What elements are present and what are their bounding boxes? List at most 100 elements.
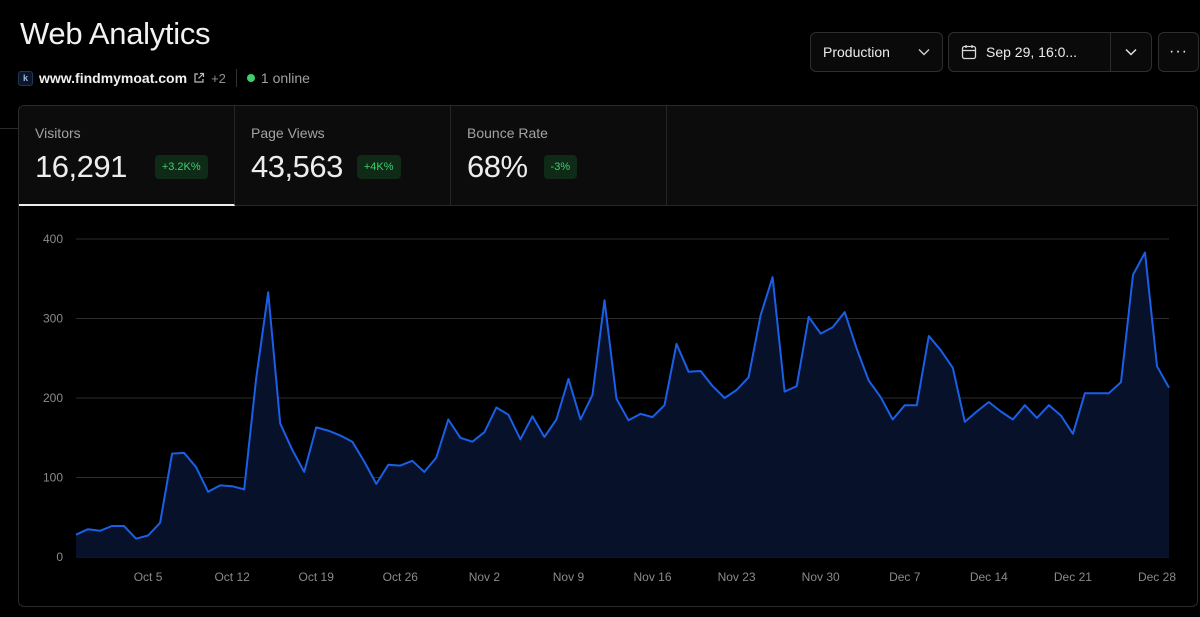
data-point[interactable]	[651, 415, 655, 419]
data-point[interactable]	[843, 310, 847, 314]
data-point[interactable]	[230, 484, 234, 488]
data-point[interactable]	[915, 403, 919, 407]
date-range-dropdown-button[interactable]	[1110, 33, 1151, 71]
data-point[interactable]	[939, 348, 943, 352]
data-point[interactable]	[1143, 251, 1147, 255]
data-point[interactable]	[999, 410, 1003, 414]
data-point[interactable]	[326, 429, 330, 433]
data-point[interactable]	[254, 376, 258, 380]
data-point[interactable]	[1071, 432, 1075, 436]
data-point[interactable]	[554, 418, 558, 422]
data-point[interactable]	[951, 366, 955, 370]
data-point[interactable]	[627, 418, 631, 422]
data-point[interactable]	[687, 370, 691, 374]
data-point[interactable]	[422, 470, 426, 474]
data-point[interactable]	[735, 388, 739, 392]
site-domain-link[interactable]: www.findmymoat.com	[39, 70, 187, 86]
data-point[interactable]	[1119, 380, 1123, 384]
data-point[interactable]	[470, 440, 474, 444]
data-point[interactable]	[603, 298, 607, 302]
data-point[interactable]	[518, 437, 522, 441]
data-point[interactable]	[242, 487, 246, 491]
data-point[interactable]	[903, 403, 907, 407]
data-point[interactable]	[819, 332, 823, 336]
data-point[interactable]	[711, 384, 715, 388]
data-point[interactable]	[1131, 273, 1135, 277]
data-point[interactable]	[494, 406, 498, 410]
data-point[interactable]	[1083, 391, 1087, 395]
data-point[interactable]	[182, 451, 186, 455]
data-point[interactable]	[783, 390, 787, 394]
data-point[interactable]	[98, 529, 102, 533]
data-point[interactable]	[290, 448, 294, 452]
external-link-icon[interactable]	[193, 72, 205, 84]
data-point[interactable]	[759, 313, 763, 317]
data-point[interactable]	[446, 418, 450, 422]
data-point[interactable]	[1155, 364, 1159, 368]
data-point[interactable]	[795, 384, 799, 388]
date-range-picker[interactable]: Sep 29, 16:0...	[948, 32, 1152, 72]
data-point[interactable]	[218, 483, 222, 487]
data-point[interactable]	[1011, 418, 1015, 422]
data-point[interactable]	[386, 463, 390, 467]
data-point[interactable]	[206, 490, 210, 494]
data-point[interactable]	[831, 325, 835, 329]
data-point[interactable]	[927, 334, 931, 338]
data-point[interactable]	[639, 412, 643, 416]
data-point[interactable]	[542, 435, 546, 439]
data-point[interactable]	[591, 393, 595, 397]
data-point[interactable]	[530, 414, 534, 418]
data-point[interactable]	[86, 527, 90, 531]
data-point[interactable]	[567, 377, 571, 381]
data-point[interactable]	[1047, 403, 1051, 407]
data-point[interactable]	[771, 275, 775, 279]
data-point[interactable]	[1167, 386, 1171, 390]
data-point[interactable]	[1035, 416, 1039, 420]
data-point[interactable]	[1095, 391, 1099, 395]
data-point[interactable]	[410, 459, 414, 463]
data-point[interactable]	[855, 347, 859, 351]
data-point[interactable]	[482, 430, 486, 434]
data-point[interactable]	[506, 413, 510, 417]
more-options-button[interactable]: ···	[1158, 32, 1199, 72]
data-point[interactable]	[74, 533, 78, 537]
data-point[interactable]	[879, 395, 883, 399]
data-point[interactable]	[134, 537, 138, 541]
data-point[interactable]	[807, 315, 811, 319]
data-point[interactable]	[1107, 391, 1111, 395]
visitors-chart[interactable]: 0 100 200 300 400 Oct 5 Oct 12 Oct 19 Oct 26 Nov…	[19, 106, 1198, 607]
data-point[interactable]	[158, 521, 162, 525]
data-point[interactable]	[398, 464, 402, 468]
data-point[interactable]	[362, 460, 366, 464]
data-point[interactable]	[675, 342, 679, 346]
data-point[interactable]	[146, 534, 150, 538]
data-point[interactable]	[891, 418, 895, 422]
data-point[interactable]	[987, 400, 991, 404]
data-point[interactable]	[723, 396, 727, 400]
data-point[interactable]	[122, 524, 126, 528]
data-point[interactable]	[194, 465, 198, 469]
data-point[interactable]	[458, 436, 462, 440]
environment-select[interactable]: Production	[810, 32, 943, 72]
data-point[interactable]	[699, 369, 703, 373]
extra-domains-count[interactable]: +2	[211, 71, 226, 86]
data-point[interactable]	[338, 433, 342, 437]
data-point[interactable]	[579, 418, 583, 422]
data-point[interactable]	[374, 482, 378, 486]
data-point[interactable]	[302, 470, 306, 474]
data-point[interactable]	[975, 410, 979, 414]
data-point[interactable]	[747, 375, 751, 379]
data-point[interactable]	[434, 456, 438, 460]
data-point[interactable]	[110, 524, 114, 528]
data-point[interactable]	[350, 440, 354, 444]
data-point[interactable]	[1059, 414, 1063, 418]
data-point[interactable]	[278, 421, 282, 425]
date-range-button[interactable]: Sep 29, 16:0...	[949, 33, 1110, 71]
data-point[interactable]	[615, 397, 619, 401]
data-point[interactable]	[170, 452, 174, 456]
data-point[interactable]	[663, 403, 667, 407]
data-point[interactable]	[963, 420, 967, 424]
data-point[interactable]	[266, 290, 270, 294]
data-point[interactable]	[314, 425, 318, 429]
data-point[interactable]	[1023, 403, 1027, 407]
